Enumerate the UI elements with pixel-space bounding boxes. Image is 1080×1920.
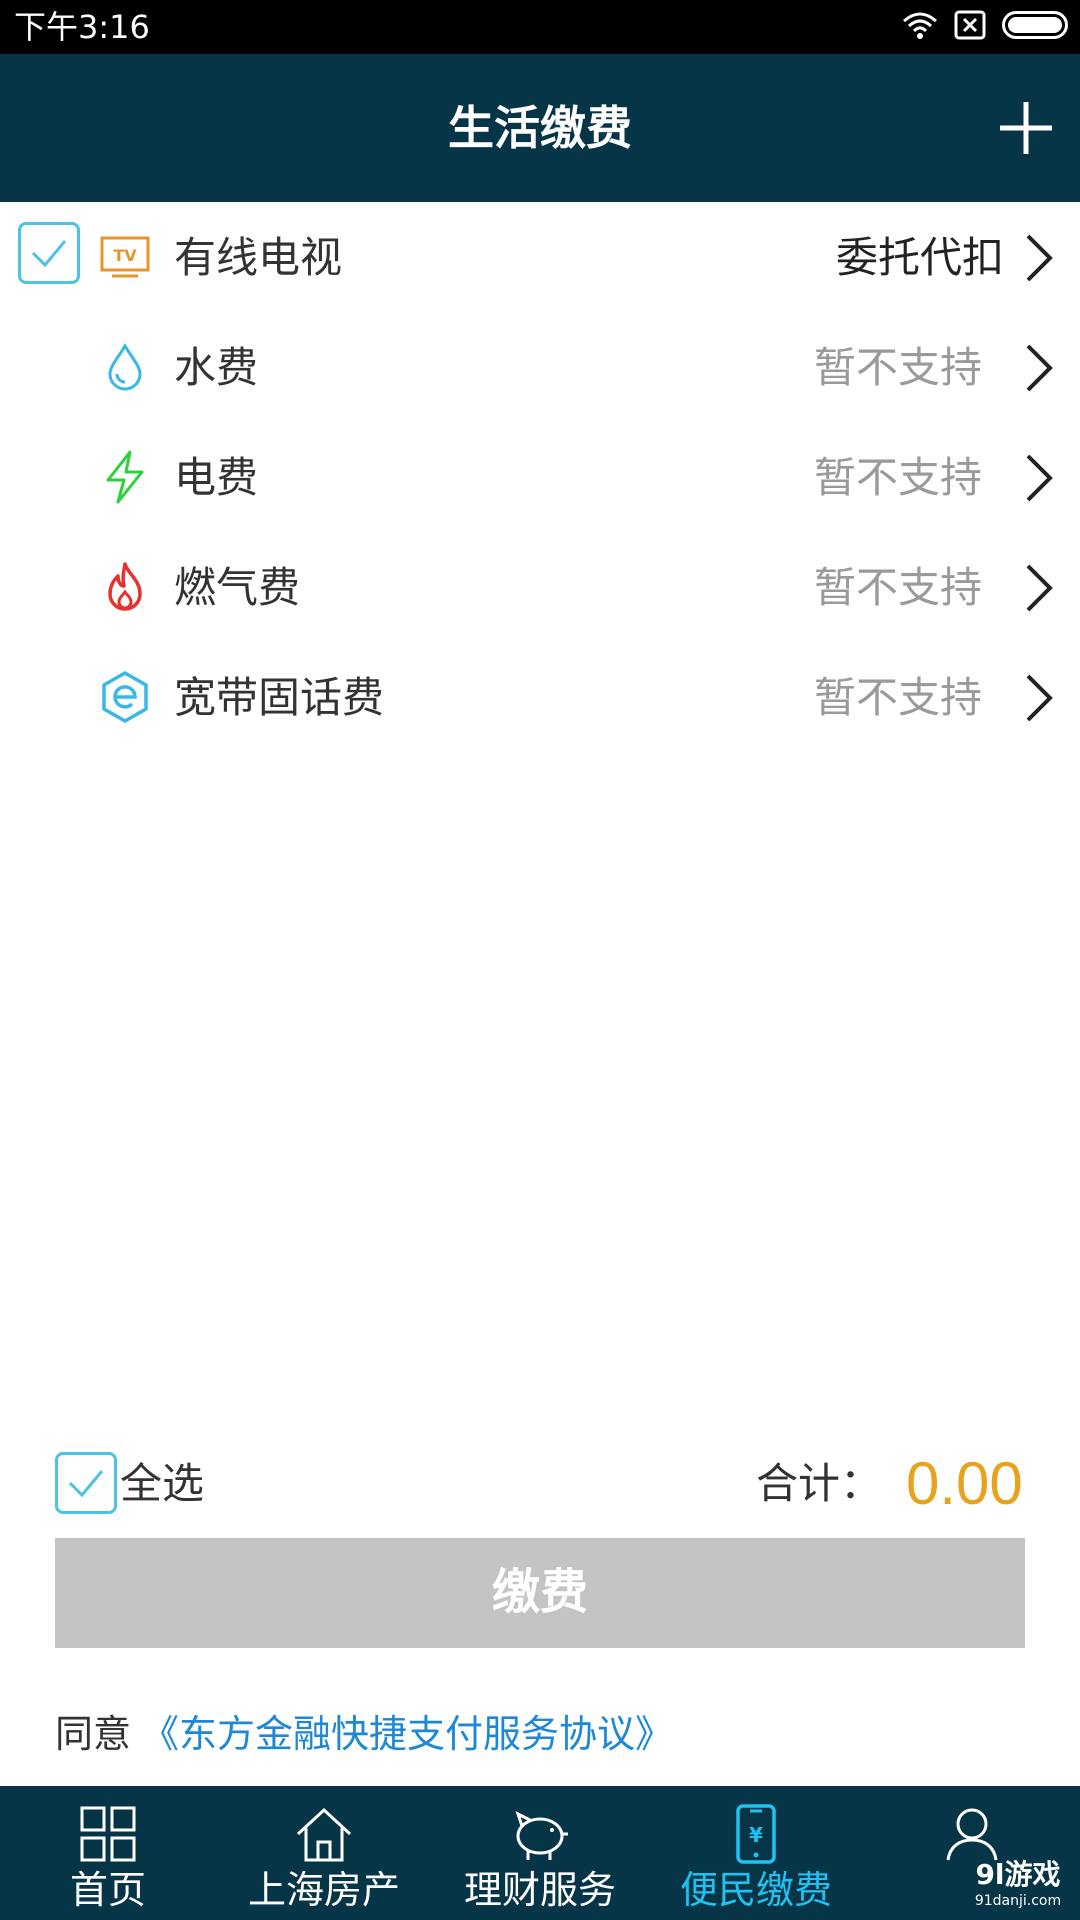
pay-button[interactable]: 缴费: [55, 1538, 1025, 1648]
nav-label: 首页: [69, 1868, 146, 1912]
piggy-bank-icon: [515, 1811, 568, 1860]
user-icon: [946, 1808, 998, 1861]
total-label: 合计：: [756, 1459, 883, 1508]
nav-item-wealth-service[interactable]: 理财服务: [432, 1786, 648, 1920]
bill-label: 电费: [174, 453, 259, 502]
wifi-icon: [903, 12, 937, 39]
svg-text:TV: TV: [113, 246, 137, 265]
grid-icon: [80, 1806, 136, 1862]
chevron-right-icon: [1026, 454, 1053, 502]
phone-yuan-icon: ¥: [736, 1804, 776, 1864]
bill-status: 委托代扣: [835, 233, 1004, 282]
status-bar: 下午3:16: [0, 0, 1080, 54]
lightning-icon: [106, 450, 144, 504]
bill-label: 燃气费: [174, 563, 301, 612]
no-sim-icon: [954, 10, 986, 40]
status-icons: [902, 10, 1068, 40]
svg-text:¥: ¥: [749, 1823, 763, 1847]
nav-item-home[interactable]: 首页: [0, 1786, 216, 1920]
check-icon: [31, 240, 67, 268]
nav-item-bill-payment[interactable]: ¥ 便民缴费: [648, 1786, 864, 1920]
watermark: 9l游戏 91danji.com: [968, 1858, 1068, 1916]
bill-item-water[interactable]: 水费 暂不支持: [0, 312, 1080, 422]
bill-status: 暂不支持: [813, 453, 982, 502]
bill-status: 暂不支持: [813, 563, 982, 612]
status-time: 下午3:16: [14, 8, 150, 46]
nav-label: 上海房产: [247, 1868, 400, 1912]
nav-label: 理财服务: [463, 1868, 616, 1912]
select-all-checkbox[interactable]: [55, 1452, 117, 1514]
bill-item-electricity[interactable]: 电费 暂不支持: [0, 422, 1080, 532]
check-icon: [68, 1470, 104, 1498]
chevron-right-icon: [1026, 344, 1053, 392]
add-button[interactable]: [996, 98, 1056, 158]
battery-icon: [1002, 11, 1068, 39]
home-icon: [296, 1807, 352, 1862]
flame-icon: [108, 562, 142, 611]
nav-label: 便民缴费: [679, 1868, 832, 1912]
header: 生活缴费: [0, 54, 1080, 202]
checkbox-checked[interactable]: [18, 222, 80, 284]
agreement-link[interactable]: 《东方金融快捷支付服务协议》: [141, 1712, 673, 1756]
agree-label: 同意: [55, 1712, 132, 1756]
page-title: 生活缴费: [448, 101, 632, 155]
chevron-right-icon: [1026, 564, 1053, 612]
bill-item-gas[interactable]: 燃气费 暂不支持: [0, 532, 1080, 642]
bill-label: 宽带固话费: [174, 673, 385, 722]
broadband-icon: [102, 670, 148, 724]
select-all-label[interactable]: 全选: [120, 1456, 204, 1512]
bill-item-broadband[interactable]: 宽带固话费 暂不支持: [0, 642, 1080, 752]
bill-label: 水费: [174, 343, 259, 392]
tv-icon: TV: [100, 236, 150, 278]
bottom-nav: 首页 上海房产 理财服务 ¥ 便民缴费: [0, 1786, 1080, 1920]
bill-item-cable-tv[interactable]: TV 有线电视 委托代扣: [0, 202, 1080, 312]
nav-item-shanghai-property[interactable]: 上海房产: [216, 1786, 432, 1920]
chevron-right-icon: [1026, 674, 1053, 722]
bill-status: 暂不支持: [813, 673, 982, 722]
water-drop-icon: [108, 343, 142, 391]
bill-label: 有线电视: [174, 233, 343, 282]
total-amount: 0.00: [906, 1450, 1023, 1517]
chevron-right-icon: [1026, 234, 1053, 282]
watermark-logo: 9l游戏: [975, 1858, 1061, 1891]
bill-status: 暂不支持: [813, 343, 982, 392]
watermark-site: 91danji.com: [974, 1893, 1062, 1909]
agreement-text: 同意 《东方金融快捷支付服务协议》: [55, 1706, 673, 1762]
